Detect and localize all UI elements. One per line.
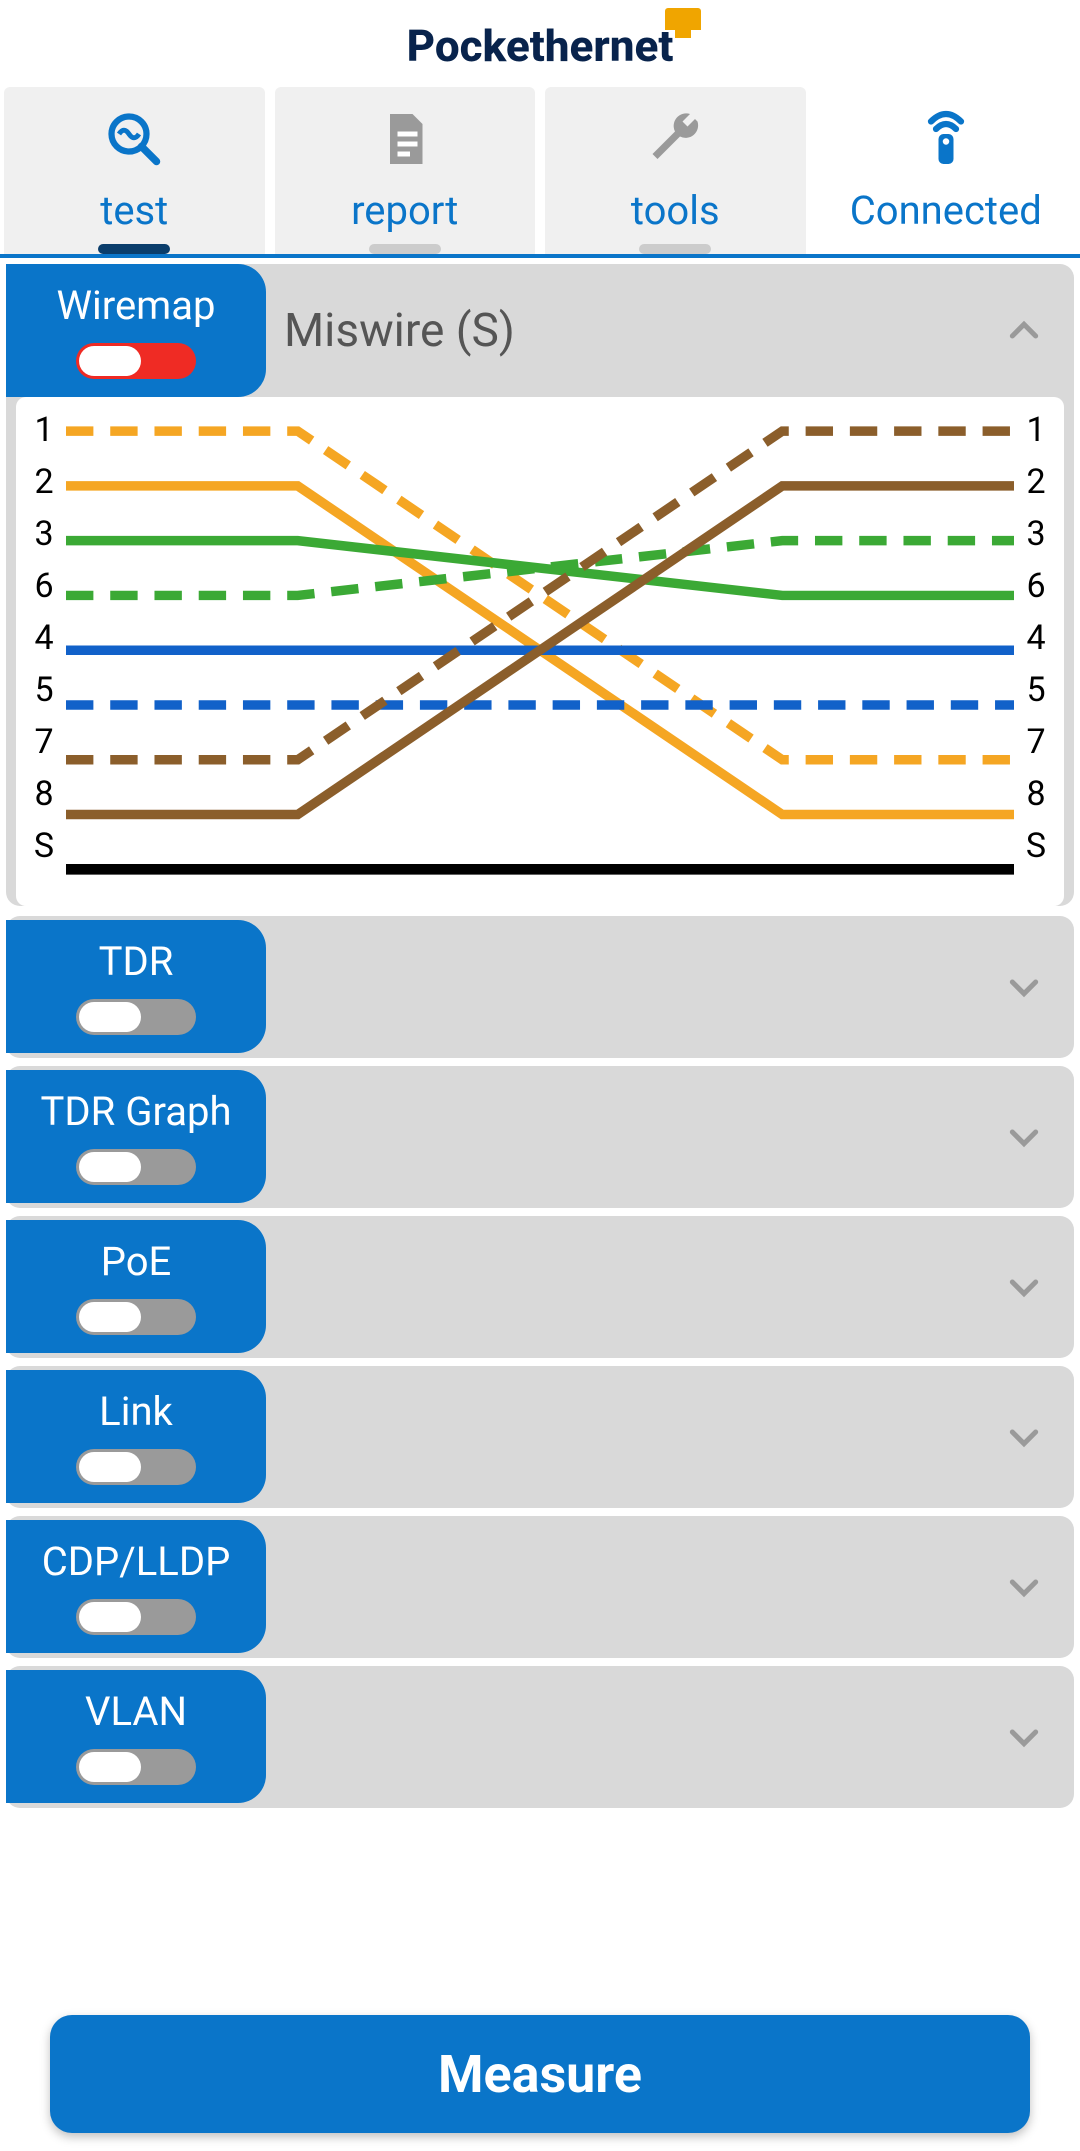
remote-icon	[916, 109, 976, 169]
pin-label: S	[30, 825, 58, 867]
pin-label: S	[1022, 825, 1050, 867]
panel-link-header[interactable]: Link	[6, 1366, 1074, 1508]
tdr-toggle[interactable]	[76, 999, 196, 1035]
pin-label: 7	[30, 721, 58, 763]
wiremap-diagram	[66, 409, 1014, 894]
panel-poe: PoE	[6, 1216, 1074, 1358]
pin-label: 8	[30, 773, 58, 815]
panel-tdr-graph: TDR Graph	[6, 1066, 1074, 1208]
panel-cdp-lldp-header[interactable]: CDP/LLDP	[6, 1516, 1074, 1658]
chevron-down-icon	[1004, 1417, 1044, 1457]
pin-label: 1	[30, 409, 58, 451]
wiremap-status: Miswire (S)	[284, 304, 1004, 358]
panel-wiremap-header[interactable]: Wiremap Miswire (S)	[6, 264, 1074, 397]
cdp-lldp-pill: CDP/LLDP	[6, 1520, 266, 1653]
measure-button-label: Measure	[438, 2044, 642, 2105]
link-toggle[interactable]	[76, 1449, 196, 1485]
panel-tdr-graph-header[interactable]: TDR Graph	[6, 1066, 1074, 1208]
chevron-down-icon	[1004, 967, 1044, 1007]
pin-label: 4	[30, 617, 58, 659]
tab-connected-label: Connected	[850, 187, 1042, 234]
pin-label: 3	[1022, 513, 1050, 555]
panel-container: Wiremap Miswire (S) 1 2 3 6 4 5 7 8 S 1 2 3 6 4 5 7 8 S …	[0, 258, 1080, 1822]
vlan-label: VLAN	[85, 1688, 187, 1735]
panel-vlan-header[interactable]: VLAN	[6, 1666, 1074, 1808]
vlan-pill: VLAN	[6, 1670, 266, 1803]
tab-tools-label: tools	[631, 187, 720, 234]
link-pill: Link	[6, 1370, 266, 1503]
link-label: Link	[99, 1388, 173, 1435]
wiremap-body: 1 2 3 6 4 5 7 8 S 1 2 3 6 4 5 7 8 S	[16, 397, 1064, 906]
wiremap-label: Wiremap	[57, 282, 216, 329]
pin-label: 5	[1022, 669, 1050, 711]
report-icon	[375, 109, 435, 169]
tdr-label: TDR	[99, 938, 174, 985]
measure-button[interactable]: Measure	[50, 2015, 1030, 2133]
brand-text: Pockethernet	[407, 20, 674, 72]
pin-label: 8	[1022, 773, 1050, 815]
poe-label: PoE	[101, 1238, 172, 1285]
tab-report-label: report	[351, 187, 458, 234]
app-header: Pockethernet	[0, 0, 1080, 87]
tab-test[interactable]: test	[4, 87, 265, 254]
vlan-toggle[interactable]	[76, 1749, 196, 1785]
pin-label: 6	[1022, 565, 1050, 607]
tdr-pill: TDR	[6, 920, 266, 1053]
panel-wiremap: Wiremap Miswire (S) 1 2 3 6 4 5 7 8 S 1 2 3 6 4 5 7 8 S	[6, 264, 1074, 906]
tdr-graph-toggle[interactable]	[76, 1149, 196, 1185]
wiremap-left-pins: 1 2 3 6 4 5 7 8 S	[30, 409, 58, 894]
tab-tools[interactable]: tools	[545, 87, 806, 254]
tab-underline	[369, 244, 441, 254]
panel-cdp-lldp: CDP/LLDP	[6, 1516, 1074, 1658]
tdr-graph-pill: TDR Graph	[6, 1070, 266, 1203]
pin-label: 6	[30, 565, 58, 607]
panel-poe-header[interactable]: PoE	[6, 1216, 1074, 1358]
panel-tdr: TDR	[6, 916, 1074, 1058]
tab-underline	[98, 244, 170, 254]
chevron-up-icon	[1004, 311, 1044, 351]
pin-label: 1	[1022, 409, 1050, 451]
ethernet-port-icon	[665, 8, 701, 30]
poe-pill: PoE	[6, 1220, 266, 1353]
tab-report[interactable]: report	[275, 87, 536, 254]
poe-toggle[interactable]	[76, 1299, 196, 1335]
tdr-graph-label: TDR Graph	[41, 1088, 232, 1135]
pin-label: 7	[1022, 721, 1050, 763]
tab-connected[interactable]: Connected	[816, 87, 1077, 254]
pin-label: 2	[30, 461, 58, 503]
tools-icon	[645, 109, 705, 169]
chevron-down-icon	[1004, 1567, 1044, 1607]
panel-link: Link	[6, 1366, 1074, 1508]
wiremap-right-pins: 1 2 3 6 4 5 7 8 S	[1022, 409, 1050, 894]
chevron-down-icon	[1004, 1267, 1044, 1307]
pin-label: 5	[30, 669, 58, 711]
brand-logo: Pockethernet	[407, 20, 674, 72]
wiremap-toggle[interactable]	[76, 343, 196, 379]
tab-test-label: test	[100, 187, 168, 234]
panel-tdr-header[interactable]: TDR	[6, 916, 1074, 1058]
panel-vlan: VLAN	[6, 1666, 1074, 1808]
test-icon	[104, 109, 164, 169]
wiremap-pill: Wiremap	[6, 264, 266, 397]
cdp-lldp-toggle[interactable]	[76, 1599, 196, 1635]
pin-label: 2	[1022, 461, 1050, 503]
chevron-down-icon	[1004, 1117, 1044, 1157]
pin-label: 4	[1022, 617, 1050, 659]
chevron-down-icon	[1004, 1717, 1044, 1757]
tab-underline	[639, 244, 711, 254]
main-tabs: test report tools Connected	[0, 87, 1080, 258]
cdp-lldp-label: CDP/LLDP	[42, 1538, 231, 1585]
pin-label: 3	[30, 513, 58, 555]
